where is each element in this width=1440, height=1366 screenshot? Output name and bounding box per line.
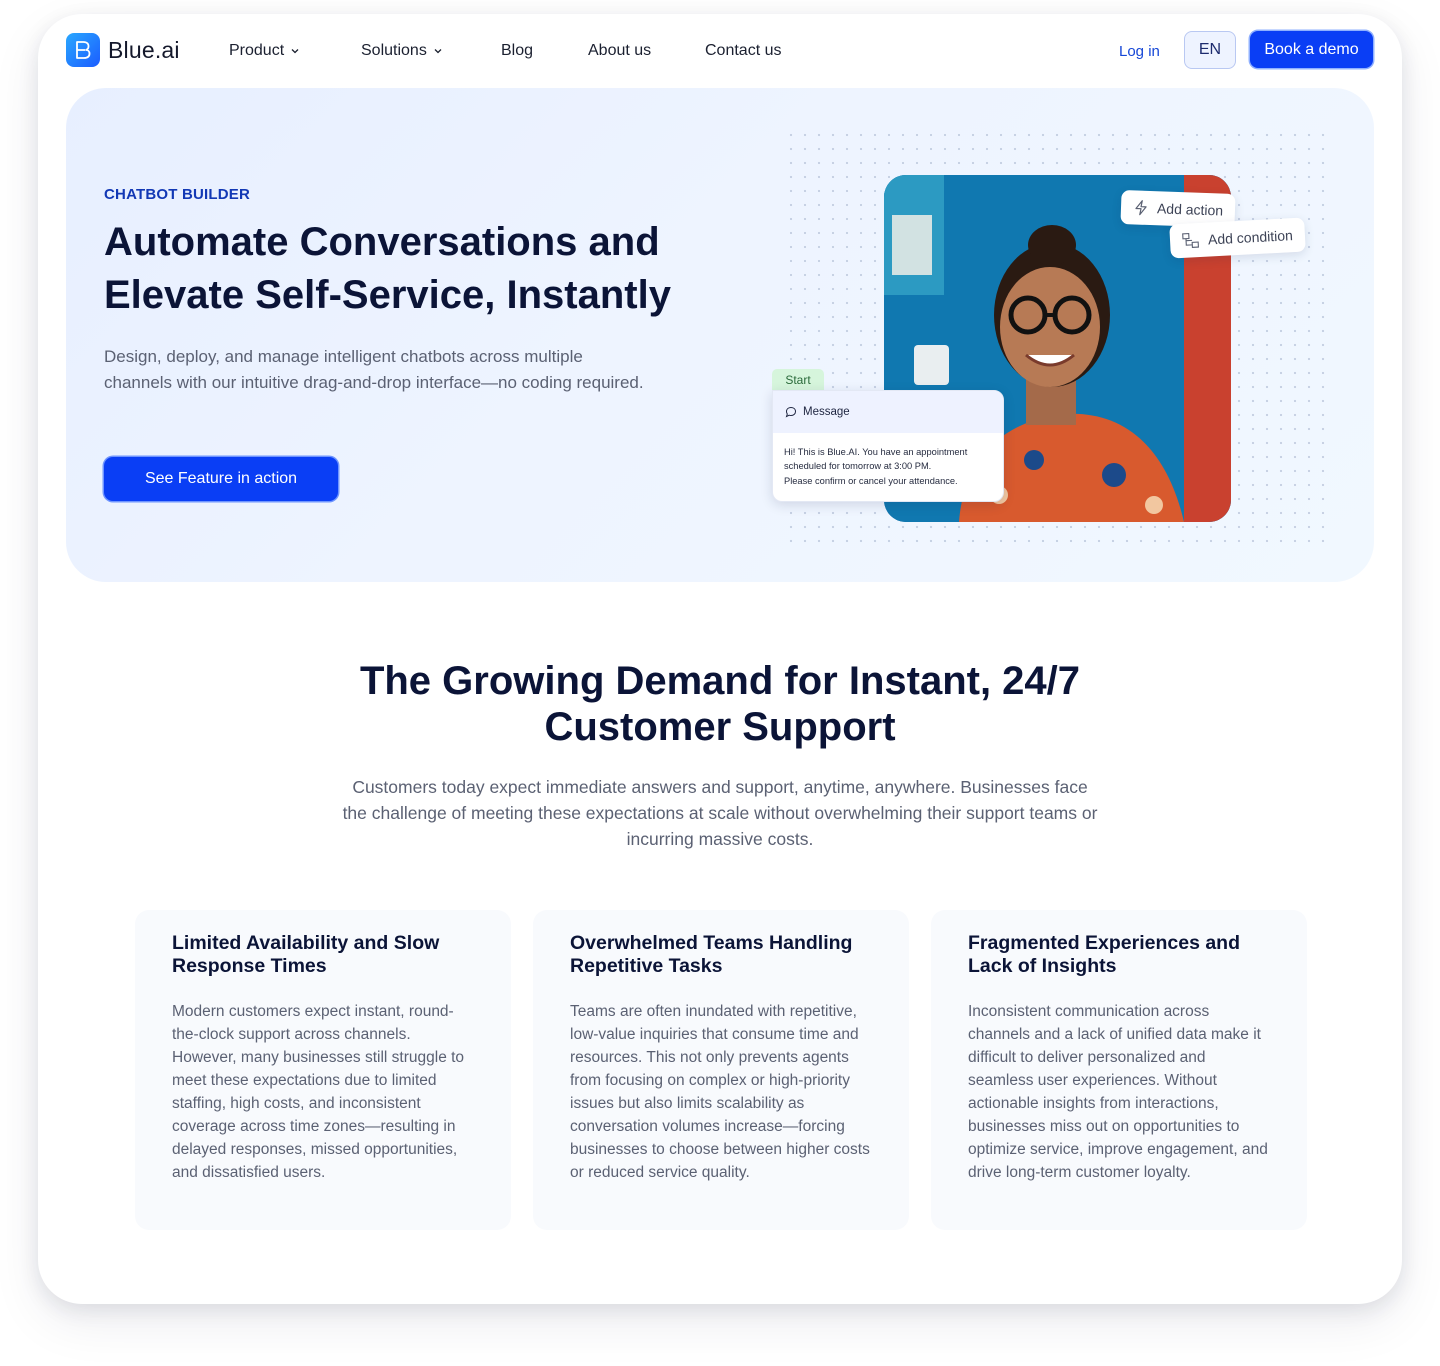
card-title: Fragmented Experiences and Lack of Insig…	[968, 932, 1241, 977]
branch-icon	[1182, 232, 1199, 248]
card-body: Modern customers expect instant, round-t…	[172, 1003, 465, 1181]
page-frame: Blue.ai Product Solutions Blog About us …	[38, 14, 1402, 1304]
section-title-line2: Customer Support	[544, 705, 896, 749]
message-node-title: Message	[803, 406, 850, 418]
card-body: Inconsistent communication across channe…	[968, 1003, 1268, 1181]
login-link[interactable]: Log in	[1119, 43, 1160, 60]
nav-label: Contact us	[705, 42, 782, 59]
chevron-down-icon	[291, 49, 299, 54]
hero-subtitle: Design, deploy, and manage intelligent c…	[104, 347, 644, 392]
message-node-body: Hi! This is Blue.AI. You have an appoint…	[773, 433, 1003, 488]
chat-bubble-icon	[785, 406, 797, 418]
nav-about[interactable]: About us	[588, 42, 651, 60]
card-body: Teams are often inundated with repetitiv…	[570, 1003, 870, 1181]
add-condition-label: Add condition	[1207, 227, 1294, 248]
message-node[interactable]: Message Hi! This is Blue.AI. You have an…	[772, 390, 1004, 502]
top-navbar: Blue.ai Product Solutions Blog About us …	[38, 14, 1402, 88]
lightning-icon	[1135, 200, 1147, 216]
nav-contact[interactable]: Contact us	[705, 42, 781, 60]
nav-label: About us	[588, 42, 652, 59]
add-condition-chip[interactable]: Add condition	[1169, 217, 1306, 259]
nav-label: Product	[229, 42, 285, 59]
section-title-line1: The Growing Demand for Instant, 24/7	[359, 659, 1081, 703]
hero-section: CHATBOT BUILDER Automate Conversations a…	[66, 88, 1374, 582]
problem-card: Fragmented Experiences and Lack of Insig…	[931, 910, 1307, 1230]
nav-blog[interactable]: Blog	[501, 42, 533, 60]
blue-ai-logo-icon	[66, 33, 100, 67]
hero-eyebrow: CHATBOT BUILDER	[104, 186, 251, 203]
section-subtitle: Customers today expect immediate answers…	[342, 777, 1098, 849]
book-demo-button[interactable]: Book a demo	[1250, 31, 1373, 68]
nav-product[interactable]: Product	[229, 42, 300, 60]
nav-solutions[interactable]: Solutions	[361, 42, 443, 60]
see-feature-button[interactable]: See Feature in action	[104, 457, 338, 501]
problem-card: Limited Availability and Slow Response T…	[135, 910, 511, 1230]
hero-title-line1: Automate Conversations and	[104, 220, 660, 264]
hero-title-line2: Elevate Self-Service, Instantly	[104, 273, 671, 317]
problem-card: Overwhelmed Teams Handling Repetitive Ta…	[533, 910, 909, 1230]
message-node-header: Message	[773, 391, 1003, 433]
hero-title: Automate Conversations and Elevate Self-…	[104, 216, 724, 322]
card-title: Overwhelmed Teams Handling Repetitive Ta…	[570, 932, 853, 977]
logo[interactable]: Blue.ai	[66, 33, 180, 67]
brand-name: Blue.ai	[108, 36, 180, 63]
add-action-label: Add action	[1156, 200, 1224, 219]
nav-label: Solutions	[361, 42, 427, 59]
card-title: Limited Availability and Slow Response T…	[172, 932, 440, 977]
start-tag: Start	[772, 369, 824, 391]
message-line: Hi! This is Blue.AI. You have an appoint…	[784, 447, 968, 457]
chevron-down-icon	[434, 49, 442, 54]
message-line: scheduled for tomorrow at 3:00 PM.	[784, 461, 932, 472]
nav-label: Blog	[501, 42, 534, 59]
section-title: The Growing Demand for Instant, 24/7 Cus…	[38, 658, 1402, 750]
language-selector[interactable]: EN	[1184, 31, 1236, 69]
message-line: Please confirm or cancel your attendance…	[784, 475, 958, 486]
